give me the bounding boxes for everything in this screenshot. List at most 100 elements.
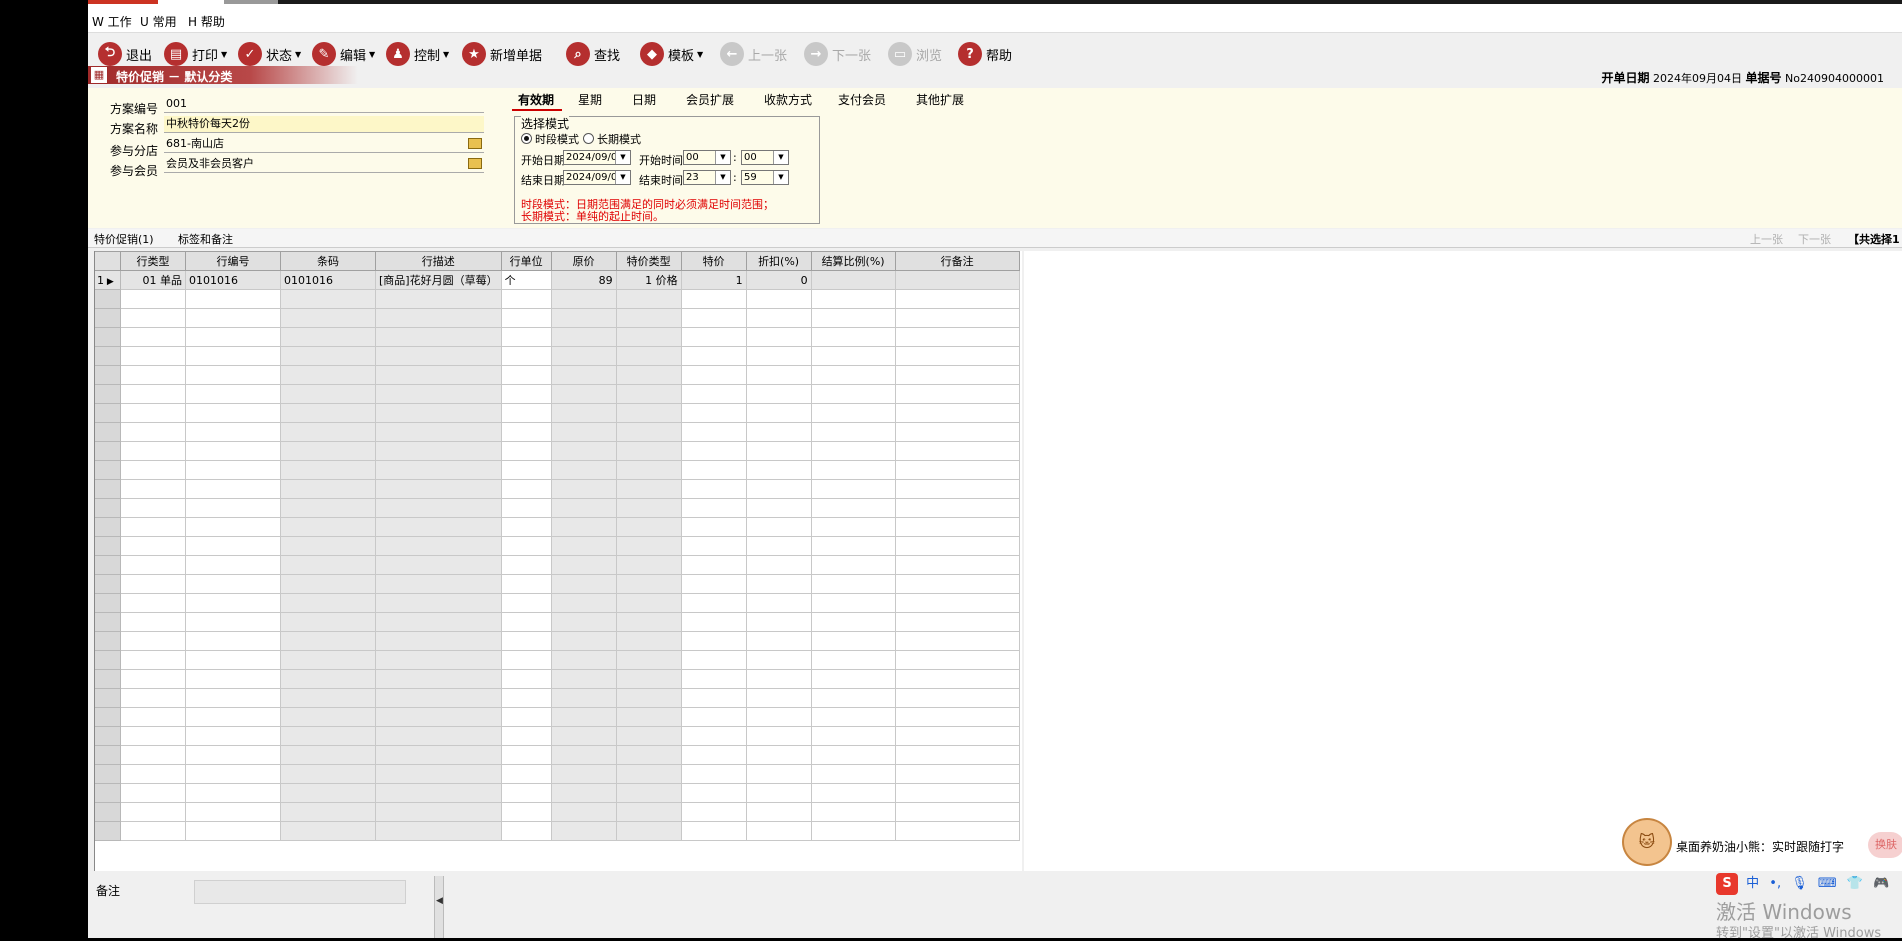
cell-desc[interactable] bbox=[375, 821, 502, 841]
cell-disc[interactable] bbox=[745, 422, 812, 442]
cell-orig[interactable] bbox=[550, 327, 617, 347]
table-row[interactable] bbox=[94, 650, 1020, 670]
chevron-down-icon[interactable]: ▼ bbox=[773, 151, 788, 164]
template-button[interactable]: ◆ 模板 ▼ bbox=[640, 40, 703, 68]
cell-barcode[interactable] bbox=[280, 384, 376, 404]
cell-code[interactable] bbox=[185, 631, 281, 651]
prev-button[interactable]: ← 上一张 bbox=[720, 40, 787, 68]
cell-remark[interactable] bbox=[894, 384, 1020, 404]
cell-disc[interactable] bbox=[745, 574, 812, 594]
cell-code[interactable] bbox=[185, 308, 281, 328]
cell-price[interactable] bbox=[680, 498, 747, 518]
cell-ptype[interactable] bbox=[615, 384, 682, 404]
cell-unit[interactable] bbox=[500, 783, 552, 803]
cell-desc[interactable] bbox=[375, 517, 502, 537]
chevron-down-icon[interactable]: ▼ bbox=[715, 171, 730, 184]
cell-type[interactable] bbox=[120, 479, 186, 499]
cell-disc[interactable] bbox=[745, 593, 812, 613]
cell-disc[interactable] bbox=[745, 479, 812, 499]
cell-orig[interactable] bbox=[550, 783, 617, 803]
cell-barcode[interactable] bbox=[280, 460, 376, 480]
cell-ptype[interactable] bbox=[615, 422, 682, 442]
cell-disc[interactable] bbox=[745, 384, 812, 404]
punctuation-icon[interactable]: •, bbox=[1769, 876, 1781, 891]
cell-ptype[interactable] bbox=[615, 631, 682, 651]
cell-ratio[interactable] bbox=[810, 422, 896, 442]
cell-code[interactable] bbox=[185, 821, 281, 841]
cell-type[interactable] bbox=[120, 517, 186, 537]
cell-unit[interactable] bbox=[500, 346, 552, 366]
cell-barcode[interactable] bbox=[280, 517, 376, 537]
cell-desc[interactable] bbox=[375, 308, 502, 328]
cell-unit[interactable] bbox=[500, 479, 552, 499]
cell-type[interactable] bbox=[120, 536, 186, 556]
cell-price[interactable] bbox=[680, 764, 747, 784]
menu-common[interactable]: U 常用 bbox=[140, 13, 177, 30]
cell-unit[interactable] bbox=[500, 403, 552, 423]
cell-unit[interactable] bbox=[500, 593, 552, 613]
cell-disc[interactable] bbox=[745, 346, 812, 366]
cell-price[interactable] bbox=[680, 574, 747, 594]
cell-ratio[interactable] bbox=[810, 783, 896, 803]
cell-desc[interactable] bbox=[375, 498, 502, 518]
cell-desc[interactable] bbox=[375, 346, 502, 366]
cell-desc[interactable] bbox=[375, 365, 502, 385]
cell-disc[interactable] bbox=[745, 460, 812, 480]
panel-splitter[interactable]: ◀ bbox=[434, 876, 444, 938]
cell-ratio[interactable] bbox=[810, 669, 896, 689]
cell-barcode[interactable] bbox=[280, 422, 376, 442]
cell-ptype[interactable] bbox=[615, 783, 682, 803]
cell-disc[interactable] bbox=[745, 365, 812, 385]
cell-barcode[interactable] bbox=[280, 327, 376, 347]
cell-code[interactable] bbox=[185, 650, 281, 670]
cell-remark[interactable] bbox=[894, 517, 1020, 537]
cell-desc[interactable] bbox=[375, 593, 502, 613]
cell-ratio[interactable] bbox=[810, 612, 896, 632]
cell-ratio[interactable] bbox=[810, 745, 896, 765]
cell-ptype[interactable]: 1 价格 bbox=[615, 270, 682, 290]
cell-type[interactable] bbox=[120, 327, 186, 347]
tab-validity[interactable]: 有效期 bbox=[518, 91, 554, 108]
cell-ratio[interactable] bbox=[810, 365, 896, 385]
table-row[interactable] bbox=[94, 365, 1020, 385]
cell-price[interactable] bbox=[680, 688, 747, 708]
cell-code[interactable] bbox=[185, 365, 281, 385]
cell-barcode[interactable] bbox=[280, 631, 376, 651]
cell-type[interactable] bbox=[120, 346, 186, 366]
tab-other-ext[interactable]: 其他扩展 bbox=[916, 91, 964, 108]
cell-orig[interactable] bbox=[550, 650, 617, 670]
cell-code[interactable] bbox=[185, 707, 281, 727]
folder-picker-icon[interactable] bbox=[468, 158, 482, 169]
cell-price[interactable]: 1 bbox=[680, 270, 747, 290]
cell-barcode[interactable] bbox=[280, 764, 376, 784]
cell-price[interactable] bbox=[680, 669, 747, 689]
chevron-down-icon[interactable]: ▼ bbox=[715, 151, 730, 164]
cell-remark[interactable] bbox=[894, 764, 1020, 784]
skin-icon[interactable]: 👕 bbox=[1847, 876, 1863, 891]
tab-special-price[interactable]: 特价促销(1) bbox=[94, 231, 154, 247]
row-header[interactable] bbox=[94, 612, 121, 632]
row-header[interactable] bbox=[94, 479, 121, 499]
table-row[interactable] bbox=[94, 327, 1020, 347]
cell-unit[interactable] bbox=[500, 669, 552, 689]
row-header[interactable] bbox=[94, 460, 121, 480]
cell-type[interactable] bbox=[120, 650, 186, 670]
cell-type[interactable] bbox=[120, 593, 186, 613]
cell-remark[interactable] bbox=[894, 555, 1020, 575]
column-header[interactable]: 行单位 bbox=[500, 251, 552, 271]
cell-unit[interactable] bbox=[500, 517, 552, 537]
cell-desc[interactable] bbox=[375, 479, 502, 499]
next-button[interactable]: → 下一张 bbox=[804, 40, 871, 68]
table-row[interactable] bbox=[94, 726, 1020, 746]
cell-price[interactable] bbox=[680, 403, 747, 423]
row-header[interactable] bbox=[94, 384, 121, 404]
cell-ratio[interactable] bbox=[810, 327, 896, 347]
cell-orig[interactable] bbox=[550, 707, 617, 727]
folder-picker-icon[interactable] bbox=[468, 138, 482, 149]
cell-unit[interactable]: 个 bbox=[500, 270, 552, 290]
cell-ptype[interactable] bbox=[615, 612, 682, 632]
cell-disc[interactable] bbox=[745, 498, 812, 518]
cell-remark[interactable] bbox=[894, 707, 1020, 727]
cell-desc[interactable] bbox=[375, 460, 502, 480]
table-row[interactable] bbox=[94, 422, 1020, 442]
